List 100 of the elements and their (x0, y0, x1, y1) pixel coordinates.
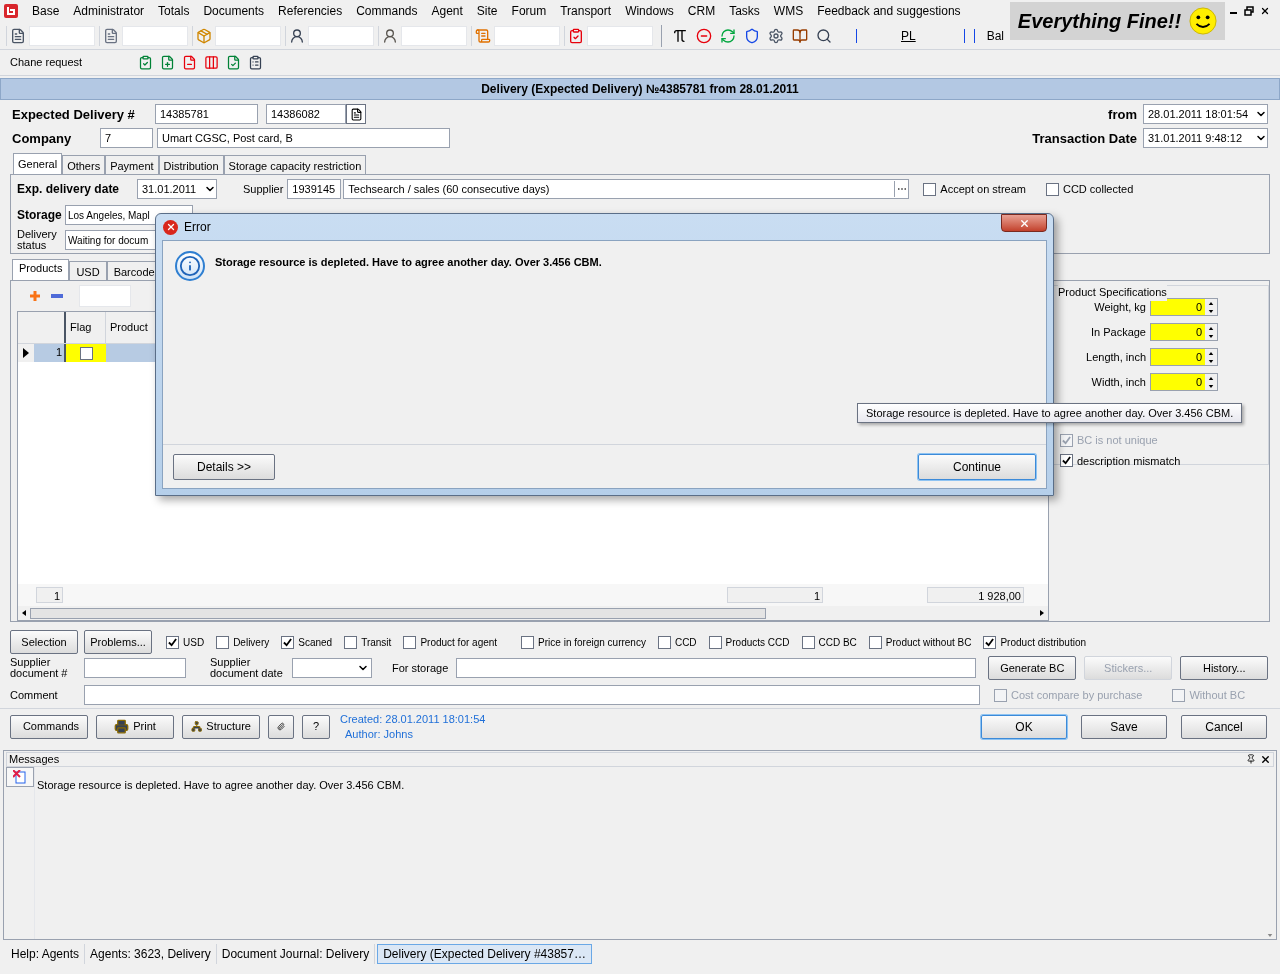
checkbox[interactable] (708, 635, 722, 649)
number-spinner[interactable]: 0 (1150, 348, 1218, 366)
arrow-right-icon[interactable] (1040, 610, 1044, 616)
checkbox[interactable] (923, 182, 937, 196)
gear-icon[interactable] (768, 27, 784, 44)
supplier-field[interactable]: Techsearch / sales (60 consecutive days) (343, 179, 910, 199)
checkbox[interactable] (521, 635, 535, 649)
refresh-icon[interactable] (720, 27, 736, 44)
attach-button[interactable] (268, 714, 294, 739)
tab[interactable]: Payment (105, 155, 159, 174)
clear-messages-button[interactable] (6, 767, 34, 787)
tab[interactable]: Storage capacity restriction (223, 155, 367, 174)
arrow-left-icon[interactable] (22, 610, 26, 616)
checkbox[interactable] (403, 635, 417, 649)
checkbox[interactable] (983, 635, 997, 649)
storage-field[interactable] (456, 658, 977, 678)
stop-icon[interactable] (696, 27, 712, 44)
person-icon[interactable] (382, 27, 398, 44)
columns-icon[interactable] (204, 55, 219, 70)
command-button[interactable]: Print (96, 714, 174, 739)
dialog-button[interactable]: Cancel (1181, 714, 1267, 739)
pin-icon[interactable] (1246, 754, 1256, 764)
checkbox[interactable] (79, 346, 93, 360)
checkbox[interactable] (1045, 182, 1059, 196)
document-minus-icon[interactable] (182, 55, 197, 70)
menu-item[interactable]: Tasks (729, 2, 760, 20)
document-plus-icon[interactable] (160, 55, 175, 70)
dialog-button[interactable]: Save (1081, 714, 1167, 739)
book-icon[interactable] (792, 27, 808, 44)
continue-button[interactable]: Continue (918, 453, 1036, 480)
document-icon[interactable] (226, 55, 241, 70)
menu-item[interactable]: Referencies (278, 2, 343, 20)
toolbar-field[interactable] (308, 25, 374, 46)
menu-item[interactable]: Agent (431, 2, 463, 20)
status-tab[interactable]: Delivery (Expected Delivery #43857… (377, 944, 592, 964)
document-icon[interactable] (103, 27, 119, 44)
menu-item[interactable]: Commands (356, 2, 418, 20)
toolbar-field[interactable] (29, 25, 95, 46)
text-field[interactable]: 1939145 (287, 179, 342, 199)
tab[interactable]: Products (12, 259, 70, 281)
number-spinner[interactable]: 0 (1150, 298, 1218, 316)
arrow-down-icon[interactable] (1267, 934, 1273, 937)
menu-item[interactable]: Site (476, 2, 498, 20)
checkbox[interactable] (801, 635, 815, 649)
filter-button[interactable]: Selection (10, 630, 78, 654)
action-button[interactable]: History... (1180, 656, 1269, 680)
date-dropdown[interactable]: 31.01.2011 (137, 179, 217, 199)
toolbar-field[interactable] (494, 25, 560, 46)
menu-item[interactable]: Feedback and suggestions (817, 2, 961, 20)
toolbar-field[interactable] (587, 25, 653, 46)
number-spinner[interactable]: 0 (1150, 373, 1218, 391)
action-button[interactable]: Generate BC (988, 656, 1077, 680)
menu-item[interactable]: Administrator (73, 2, 145, 20)
clipboard-icon[interactable] (138, 55, 153, 70)
close-icon[interactable] (1260, 6, 1270, 16)
status-tab[interactable]: Help: Agents (6, 944, 86, 964)
checkbox[interactable] (281, 635, 295, 649)
tab[interactable]: General (13, 153, 63, 175)
text-field[interactable]: Umart CGSC, Post card, B (157, 128, 450, 148)
checkbox[interactable] (216, 635, 230, 649)
person-icon[interactable] (289, 27, 305, 44)
menu-item[interactable]: WMS (773, 2, 804, 20)
toolbar-label[interactable]: PL (901, 26, 916, 45)
checkbox[interactable] (868, 635, 882, 649)
menu-item[interactable]: Transport (560, 2, 612, 20)
app-logo-icon[interactable] (4, 4, 18, 18)
dialog-button[interactable]: OK (981, 714, 1067, 739)
menu-item[interactable]: CRM (687, 2, 716, 20)
status-tab[interactable]: Document Journal: Delivery (216, 944, 376, 964)
command-button[interactable]: Commands (10, 714, 88, 739)
filter-field[interactable] (79, 285, 131, 307)
horizontal-scrollbar[interactable] (18, 606, 1048, 620)
scroll-icon[interactable] (475, 27, 491, 44)
status-tab[interactable]: Agents: 3623, Delivery (85, 944, 217, 964)
details-button[interactable]: Details >> (173, 453, 275, 480)
filter-button[interactable]: Problems... (84, 630, 152, 654)
checkbox[interactable] (344, 635, 358, 649)
tab[interactable]: Distribution (158, 155, 224, 174)
copy-button[interactable] (346, 104, 366, 124)
date-dropdown[interactable]: 31.01.2011 9:48:12 (1143, 128, 1268, 148)
clipboard-icon[interactable] (568, 27, 584, 44)
search-icon[interactable] (816, 27, 832, 44)
box-icon[interactable] (196, 27, 212, 44)
list-icon[interactable] (248, 55, 263, 70)
command-button[interactable]: Structure (182, 714, 260, 739)
menu-item[interactable]: Totals (158, 2, 190, 20)
toolbar-label[interactable]: Bal (986, 26, 1005, 45)
menu-item[interactable]: Windows (625, 2, 674, 20)
comment-field[interactable] (84, 685, 980, 705)
shield-icon[interactable] (744, 27, 760, 44)
supplier-document-field[interactable] (84, 658, 186, 678)
column-header[interactable]: Flag (66, 312, 106, 343)
toolbar-field[interactable] (215, 25, 281, 46)
text-field[interactable]: 14385781 (155, 104, 258, 124)
menu-item[interactable]: Forum (511, 2, 547, 20)
text-field[interactable]: 7 (100, 128, 153, 148)
toolbar-field[interactable] (122, 25, 188, 46)
help-button[interactable]: ? (302, 714, 330, 739)
tab[interactable]: Others (62, 155, 106, 174)
close-icon[interactable] (1260, 754, 1271, 765)
